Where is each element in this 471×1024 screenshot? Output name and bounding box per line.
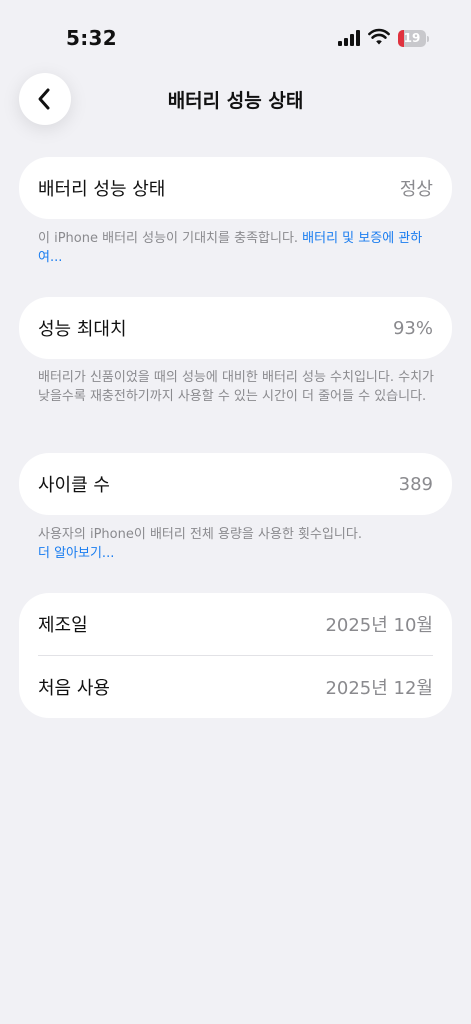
cycle-count-value: 389	[398, 473, 433, 495]
wifi-icon	[368, 28, 390, 45]
dates-card: 제조일 2025년 10월 처음 사용 2025년 12월	[19, 593, 452, 718]
battery-health-row: 배터리 성능 상태 정상	[19, 157, 452, 219]
status-bar: 5:32 19	[0, 0, 471, 60]
battery-health-screen: 5:32 19 배터리 성능 상태 배터리 성능 상태 정상 이 iPhone …	[0, 0, 471, 1024]
battery-level-text: 19	[403, 31, 421, 45]
manufacture-date-label: 제조일	[38, 615, 88, 636]
maximum-capacity-row: 성능 최대치 93%	[19, 297, 452, 359]
battery-health-note: 이 iPhone 배터리 성능이 기대치를 충족합니다. 배터리 및 보증에 관…	[38, 229, 438, 267]
maximum-capacity-card: 성능 최대치 93%	[19, 297, 452, 359]
battery-health-label: 배터리 성능 상태	[38, 179, 166, 200]
cycle-count-note-text: 사용자의 iPhone이 배터리 전체 용량을 사용한 횟수입니다.	[38, 527, 362, 542]
maximum-capacity-label: 성능 최대치	[38, 319, 127, 340]
maximum-capacity-note: 배터리가 신품이었을 때의 성능에 대비한 배터리 성능 수치입니다. 수치가 …	[38, 370, 434, 404]
page-title: 배터리 성능 상태	[167, 90, 304, 112]
battery-health-card: 배터리 성능 상태 정상	[19, 157, 452, 219]
cycle-count-row: 사이클 수 389	[19, 453, 452, 515]
cycle-count-card: 사이클 수 389	[19, 453, 452, 515]
manufacture-date-row: 제조일 2025년 10월	[19, 593, 452, 655]
learn-more-link[interactable]: 더 알아보기...	[38, 544, 438, 563]
maximum-capacity-value: 93%	[392, 317, 433, 339]
first-use-label: 처음 사용	[38, 678, 110, 699]
status-time: 5:32	[66, 26, 117, 50]
manufacture-date-value: 2025년 10월	[325, 615, 433, 636]
battery-icon: 19	[398, 30, 429, 47]
cycle-count-label: 사이클 수	[38, 475, 110, 496]
cellular-signal-icon	[338, 30, 360, 46]
first-use-row: 처음 사용 2025년 12월	[19, 656, 452, 718]
battery-health-note-text: 이 iPhone 배터리 성능이 기대치를 충족합니다.	[38, 231, 303, 246]
cycle-count-note: 사용자의 iPhone이 배터리 전체 용량을 사용한 횟수입니다. 더 알아보…	[38, 525, 438, 563]
battery-health-value: 정상	[399, 179, 433, 200]
first-use-value: 2025년 12월	[325, 678, 433, 699]
